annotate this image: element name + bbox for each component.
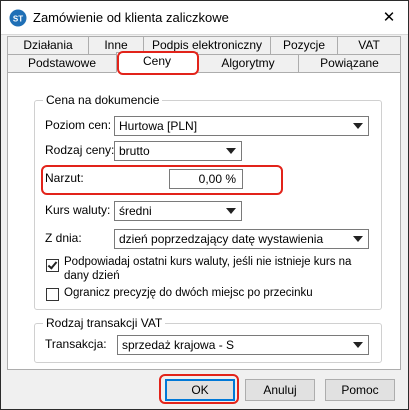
exchange-rate-select[interactable]: średni: [114, 201, 242, 221]
limit-precision-label: Ogranicz precyzję do dwóch miejsc po prz…: [64, 287, 313, 299]
tab-algorytmy[interactable]: Algorytmy: [197, 54, 299, 73]
chevron-down-icon: [353, 123, 363, 129]
highlight-markup: [41, 165, 283, 195]
vat-group-title: Rodzaj transakcji VAT: [43, 316, 166, 330]
price-group-title: Cena na dokumencie: [43, 93, 163, 107]
app-logo-icon: ST: [9, 9, 27, 27]
price-level-value: Hurtowa [PLN]: [119, 119, 198, 133]
price-group: Cena na dokumencie Poziom cen: Hurtowa […: [34, 93, 382, 310]
checkmark-icon: [47, 259, 58, 270]
transaction-value: sprzedaż krajowa - S: [122, 338, 235, 352]
dialog-window: ST Zamówienie od klienta zaliczkowe ✕ Dz…: [0, 0, 409, 410]
tab-powiazane[interactable]: Powiązane: [298, 54, 401, 73]
price-type-value: brutto: [119, 144, 150, 158]
chevron-down-icon: [353, 236, 363, 242]
from-day-label: Z dnia:: [45, 231, 82, 245]
tab-pozycje[interactable]: Pozycje: [270, 36, 338, 55]
suggest-rate-label-line2: dany dzień: [64, 270, 120, 282]
window-title: Zamówienie od klienta zaliczkowe: [33, 10, 229, 25]
svg-text:ST: ST: [13, 15, 23, 24]
cancel-button[interactable]: Anuluj: [245, 379, 315, 401]
price-type-select[interactable]: brutto: [114, 141, 242, 161]
close-icon[interactable]: ✕: [377, 7, 401, 29]
transaction-select[interactable]: sprzedaż krajowa - S: [117, 335, 369, 355]
highlight-ok-button: [159, 374, 239, 404]
title-bar: ST Zamówienie od klienta zaliczkowe ✕: [1, 1, 408, 35]
limit-precision-checkbox[interactable]: [46, 288, 59, 301]
chevron-down-icon: [226, 208, 236, 214]
help-button[interactable]: Pomoc: [325, 379, 395, 401]
transaction-label: Transakcja:: [45, 337, 107, 351]
tab-podstawowe[interactable]: Podstawowe: [7, 54, 117, 73]
chevron-down-icon: [353, 342, 363, 348]
exchange-rate-value: średni: [119, 204, 152, 218]
tab-panel-ceny: Cena na dokumencie Poziom cen: Hurtowa […: [7, 72, 401, 370]
tab-dzialania[interactable]: Działania: [7, 36, 89, 55]
exchange-rate-label: Kurs waluty:: [45, 203, 111, 217]
vat-transaction-group: Rodzaj transakcji VAT Transakcja: sprzed…: [34, 316, 382, 363]
highlight-tab-ceny: [117, 51, 199, 75]
price-level-label: Poziom cen:: [45, 118, 112, 132]
from-day-value: dzień poprzedzający datę wystawienia: [119, 232, 324, 246]
suggest-rate-checkbox[interactable]: [46, 259, 59, 272]
price-level-select[interactable]: Hurtowa [PLN]: [114, 116, 369, 136]
chevron-down-icon: [226, 148, 236, 154]
from-day-select[interactable]: dzień poprzedzający datę wystawienia: [114, 229, 369, 249]
price-type-label: Rodzaj ceny:: [45, 143, 115, 157]
suggest-rate-label-line1: Podpowiadaj ostatni kurs waluty, jeśli n…: [64, 256, 352, 268]
tab-vat[interactable]: VAT: [337, 36, 401, 55]
